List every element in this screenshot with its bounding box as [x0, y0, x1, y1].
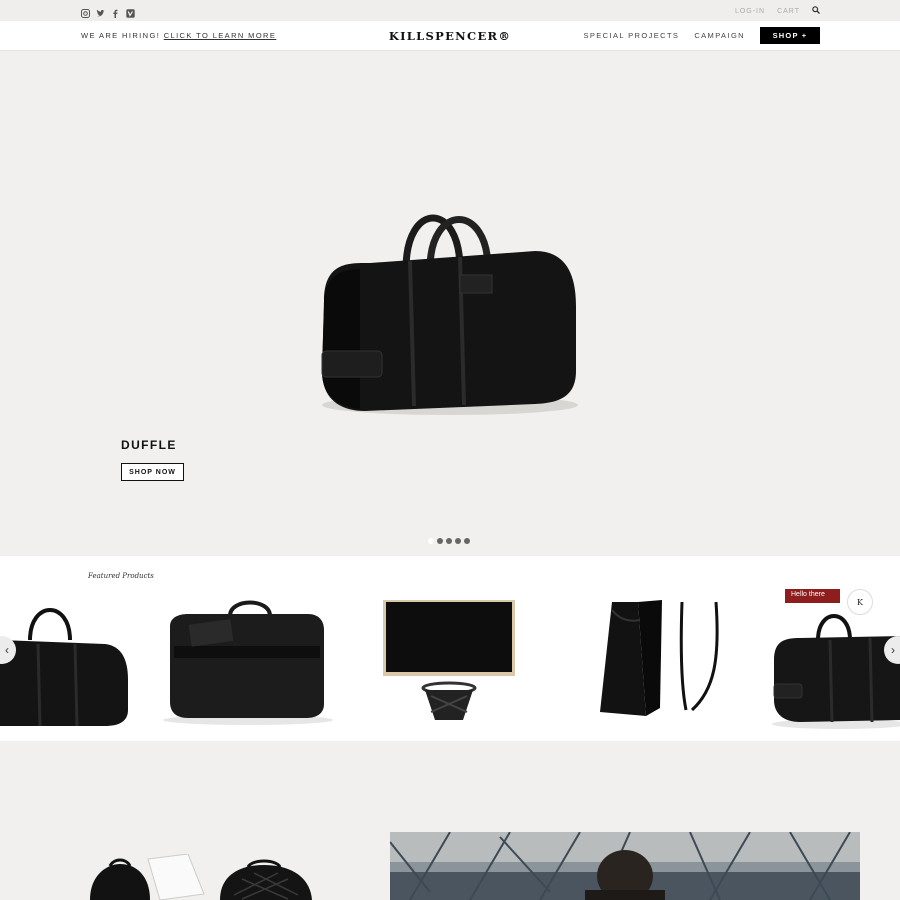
product-briefcase[interactable]: [160, 596, 335, 726]
shop-now-button[interactable]: SHOP NOW: [121, 463, 184, 481]
slider-dot[interactable]: [455, 538, 461, 544]
product-tote-bag[interactable]: [590, 600, 730, 730]
slider-dots: [428, 538, 470, 544]
main-navbar: WE ARE HIRING! CLICK TO LEARN MORE KILLS…: [0, 21, 900, 51]
social-links: [81, 5, 135, 18]
chevron-right-icon: ›: [891, 643, 895, 657]
shop-button[interactable]: SHOP +: [760, 27, 820, 44]
account-links: LOG-IN CART: [735, 6, 820, 16]
featured-products: Featured Products ‹ ›: [0, 556, 900, 741]
backpack-image-2: [220, 859, 312, 900]
lower-section: [0, 741, 900, 900]
top-utility-bar: LOG-IN CART: [0, 0, 900, 21]
cart-link[interactable]: CART: [777, 8, 800, 15]
duffle-bag-image: [321, 214, 578, 415]
product-duffle-left[interactable]: [0, 600, 140, 730]
nav-links: SPECIAL PROJECTS CAMPAIGN SHOP +: [583, 27, 820, 44]
product-duffle-right[interactable]: [770, 600, 900, 730]
product-basketball-hoop[interactable]: [383, 600, 518, 730]
facebook-icon[interactable]: [111, 5, 120, 18]
hero-title: DUFFLE: [121, 438, 177, 452]
instagram-icon[interactable]: [81, 5, 90, 18]
nav-special-projects[interactable]: SPECIAL PROJECTS: [583, 31, 679, 40]
campaign-image: [390, 832, 860, 900]
chat-badge[interactable]: K: [847, 589, 873, 615]
slider-dot[interactable]: [464, 538, 470, 544]
slider-dot[interactable]: [437, 538, 443, 544]
twitter-icon[interactable]: [96, 5, 105, 17]
slider-dot[interactable]: [428, 538, 434, 544]
login-link[interactable]: LOG-IN: [735, 8, 765, 15]
search-icon[interactable]: [812, 6, 820, 16]
featured-label: Featured Products: [88, 572, 154, 580]
slider-dot[interactable]: [446, 538, 452, 544]
backpack-image-1: [90, 854, 205, 900]
hero-slider: DUFFLE SHOP NOW: [0, 51, 900, 556]
vine-icon[interactable]: [126, 5, 135, 18]
nav-campaign[interactable]: CAMPAIGN: [694, 31, 745, 40]
chevron-left-icon: ‹: [5, 643, 9, 657]
chat-greeting[interactable]: Hello there: [785, 589, 840, 603]
